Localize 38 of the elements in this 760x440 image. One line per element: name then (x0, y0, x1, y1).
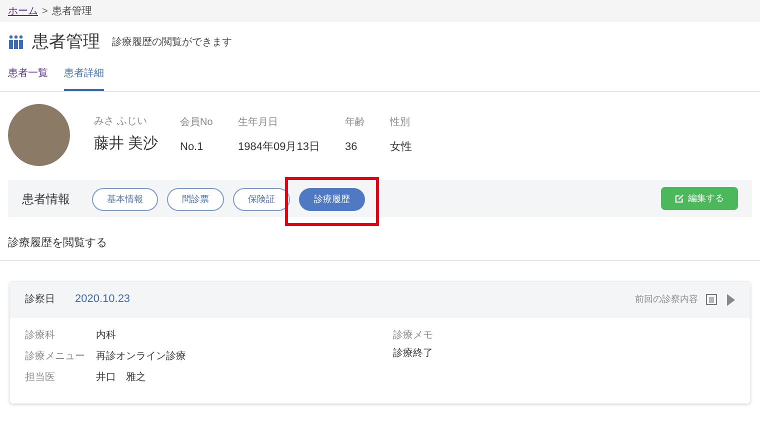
info-tab-button[interactable]: 基本情報 (92, 188, 158, 212)
detail-value: 再診オンライン診療 (96, 350, 186, 364)
section-title: 診療履歴を閲覧する (7, 236, 108, 251)
field-value: 1984年09月13日 (238, 140, 321, 155)
info-tab-button[interactable]: 保険証 (233, 188, 290, 212)
detail-label: 担当医 (25, 370, 56, 384)
info-tab-button[interactable]: 診療履歴 (299, 188, 365, 212)
breadcrumb-current: 患者管理 (52, 4, 92, 18)
date-label: 診察日 (25, 292, 56, 307)
patient-name: 藤井 美沙 (94, 134, 160, 154)
detail-value: 内科 (96, 328, 116, 342)
page-subtitle: 診療履歴の閲覧ができます (112, 36, 232, 50)
info-bar-label: 患者情報 (22, 190, 70, 208)
tab[interactable]: 患者詳細 (64, 66, 104, 91)
memo-text: 診療終了 (393, 346, 433, 360)
field-value: 女性 (390, 140, 413, 155)
field-label: 生年月日 (238, 116, 279, 130)
field-label: 年齢 (345, 116, 366, 130)
previous-record-link[interactable]: 前回の診察内容 (635, 292, 698, 306)
info-tab-button[interactable]: 問診票 (167, 188, 224, 212)
document-icon (706, 294, 717, 305)
record-date: 2020.10.23 (75, 292, 130, 308)
detail-label: 診療科 (25, 328, 56, 342)
play-icon[interactable] (727, 294, 735, 306)
field-label: 性別 (390, 116, 411, 130)
detail-label: 診療メニュー (25, 350, 86, 364)
tab[interactable]: 患者一覧 (8, 66, 48, 91)
field-label: 会員No (180, 116, 214, 130)
detail-value: 井口 雅之 (96, 370, 146, 384)
page-title: 患者管理 (32, 31, 100, 54)
edit-icon (675, 194, 684, 203)
memo-label: 診療メモ (393, 328, 433, 342)
patient-kana: みさ ふじい (94, 115, 148, 130)
breadcrumb-link[interactable]: ホーム (8, 4, 38, 18)
field-value: 36 (345, 140, 358, 155)
people-icon (8, 35, 24, 49)
breadcrumb-separator: > (42, 4, 48, 18)
field-value: No.1 (180, 140, 204, 155)
